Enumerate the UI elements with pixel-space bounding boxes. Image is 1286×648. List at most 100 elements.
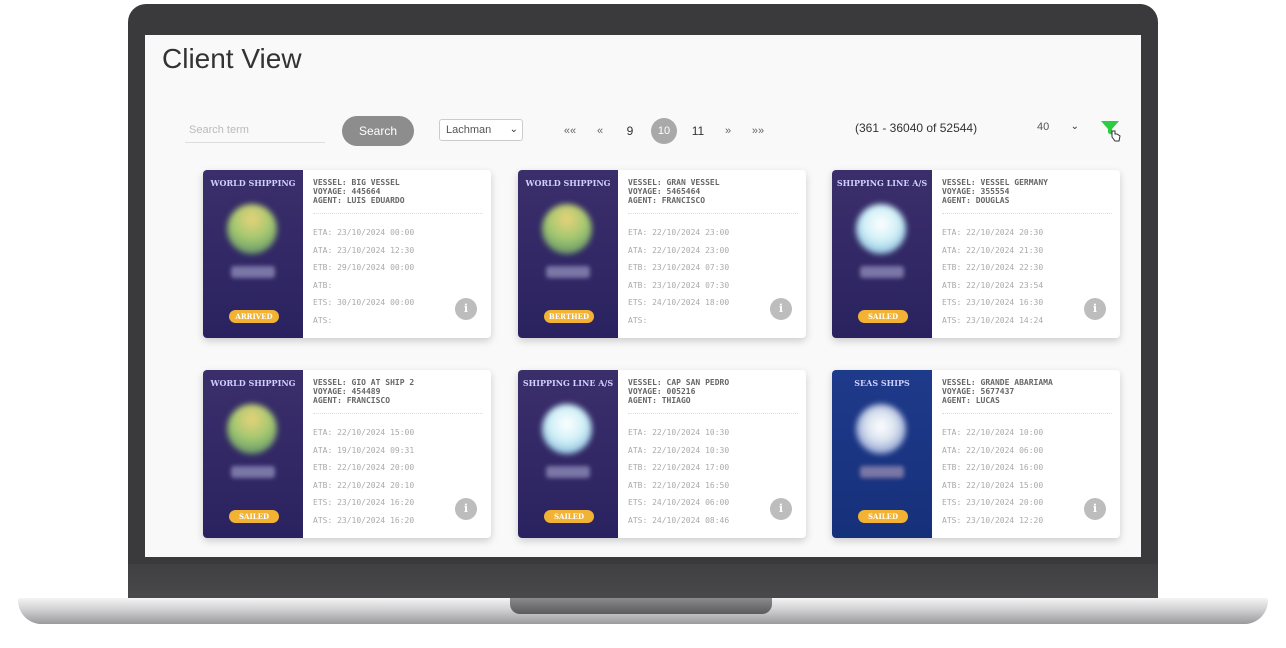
vessel-logo-caption xyxy=(231,266,275,278)
ets-text: ETS: 24/10/2024 18:00 xyxy=(628,298,730,307)
search-input[interactable] xyxy=(185,117,325,143)
carrier-panel: SHIPPING LINE A/S SAILED xyxy=(518,370,618,538)
page-button-active[interactable]: 10 xyxy=(651,118,677,144)
vessel-times: ETA: 22/10/2024 23:00 ATA: 22/10/2024 23… xyxy=(628,224,778,329)
vessel-info: VESSEL: BIG VESSEL VOYAGE: 445664 AGENT:… xyxy=(313,178,483,220)
voyage-number: VOYAGE: 005216 xyxy=(628,387,696,396)
vessel-times: ETA: 22/10/2024 15:00 ATA: 19/10/2024 09… xyxy=(313,424,463,529)
vessel-name: VESSEL: GRAN VESSEL xyxy=(628,178,720,187)
ats-text: ATS: xyxy=(313,315,333,325)
vessel-info: VESSEL: GRAN VESSEL VOYAGE: 5465464 AGEN… xyxy=(628,178,798,220)
vessel-card[interactable]: SHIPPING LINE A/S SAILED VESSEL: VESSEL … xyxy=(832,170,1120,338)
agent-name: AGENT: LUCAS xyxy=(942,396,1000,405)
vessel-card[interactable]: WORLD SHIPPING SAILED VESSEL: GIO AT SHI… xyxy=(203,370,491,538)
etb-text: ETB: 22/10/2024 17:00 xyxy=(628,463,730,472)
info-icon[interactable]: i xyxy=(1084,498,1106,520)
vessel-card[interactable]: WORLD SHIPPING ARRIVED VESSEL: BIG VESSE… xyxy=(203,170,491,338)
eta-text: ETA: 22/10/2024 23:00 xyxy=(628,228,730,237)
voyage-number: VOYAGE: 454489 xyxy=(313,387,381,396)
agent-name: AGENT: FRANCISCO xyxy=(628,196,706,205)
eta-text: ETA: 22/10/2024 10:30 xyxy=(628,428,730,437)
vessel-card[interactable]: WORLD SHIPPING BERTHED VESSEL: GRAN VESS… xyxy=(518,170,806,338)
info-icon[interactable]: i xyxy=(455,298,477,320)
voyage-number: VOYAGE: 5465464 xyxy=(628,187,701,196)
vessel-card[interactable]: SEAS SHIPS SAILED VESSEL: GRANDE ABARIAM… xyxy=(832,370,1120,538)
laptop-notch xyxy=(510,598,772,614)
vessel-logo xyxy=(542,204,592,254)
status-badge: SAILED xyxy=(229,510,279,523)
search-button[interactable]: Search xyxy=(342,116,414,146)
vessel-info: VESSEL: CAP SAN PEDRO VOYAGE: 005216 AGE… xyxy=(628,378,798,420)
page-title: Client View xyxy=(162,43,302,74)
results-range: (361 - 36040 of 52544) xyxy=(855,121,978,135)
atb-text: ATB: 22/10/2024 20:10 xyxy=(313,480,415,490)
page-prev-button[interactable]: « xyxy=(585,125,615,137)
carrier-name: SEAS SHIPS xyxy=(854,378,910,388)
vessel-logo xyxy=(542,404,592,454)
ets-text: ETS: 24/10/2024 06:00 xyxy=(628,498,730,507)
page-next-button[interactable]: » xyxy=(713,125,743,137)
carrier-panel: SEAS SHIPS SAILED xyxy=(832,370,932,538)
vessel-logo-caption xyxy=(546,466,590,478)
ets-text: ETS: 23/10/2024 16:30 xyxy=(942,298,1044,307)
carrier-panel: WORLD SHIPPING BERTHED xyxy=(518,170,618,338)
atb-text: ATB: 23/10/2024 07:30 xyxy=(628,280,730,290)
vessel-name: VESSEL: VESSEL GERMANY xyxy=(942,178,1048,187)
vessel-name: VESSEL: GIO AT SHIP 2 xyxy=(313,378,415,387)
etb-text: ETB: 22/10/2024 20:00 xyxy=(313,463,415,472)
ats-text: ATS: 23/10/2024 14:24 xyxy=(942,315,1044,325)
carrier-panel: WORLD SHIPPING SAILED xyxy=(203,370,303,538)
vessel-times: ETA: 22/10/2024 10:00 ATA: 22/10/2024 06… xyxy=(942,424,1092,529)
page-button[interactable]: 11 xyxy=(683,124,713,138)
status-badge: BERTHED xyxy=(544,310,594,323)
vessel-logo xyxy=(856,404,906,454)
carrier-panel: SHIPPING LINE A/S SAILED xyxy=(832,170,932,338)
vessel-info: VESSEL: VESSEL GERMANY VOYAGE: 355554 AG… xyxy=(942,178,1112,220)
vessel-name: VESSEL: BIG VESSEL xyxy=(313,178,400,187)
vessel-logo xyxy=(227,404,277,454)
ata-text: ATA: 22/10/2024 21:30 xyxy=(942,245,1044,255)
vessel-logo-caption xyxy=(546,266,590,278)
vessel-times: ETA: 22/10/2024 10:30 ATA: 22/10/2024 10… xyxy=(628,424,778,529)
ata-text: ATA: 23/10/2024 12:30 xyxy=(313,245,415,255)
ata-text: ATA: 22/10/2024 06:00 xyxy=(942,445,1044,455)
info-icon[interactable]: i xyxy=(1084,298,1106,320)
vessel-name: VESSEL: GRANDE ABARIAMA xyxy=(942,378,1053,387)
info-icon[interactable]: i xyxy=(455,498,477,520)
voyage-number: VOYAGE: 5677437 xyxy=(942,387,1015,396)
filter-icon[interactable] xyxy=(1099,117,1121,143)
info-icon[interactable]: i xyxy=(770,498,792,520)
pagination: «« « 9 10 11 » »» xyxy=(555,117,773,145)
ats-text: ATS: 24/10/2024 08:46 xyxy=(628,515,730,525)
page-last-button[interactable]: »» xyxy=(743,125,773,137)
carrier-name: SHIPPING LINE A/S xyxy=(522,378,614,388)
page-first-button[interactable]: «« xyxy=(555,125,585,137)
ats-text: ATS: xyxy=(628,315,648,325)
etb-text: ETB: 23/10/2024 07:30 xyxy=(628,263,730,272)
ats-text: ATS: 23/10/2024 16:20 xyxy=(313,515,415,525)
toolbar: Search Lachman ⌄ «« « 9 10 11 » »» (361 … xyxy=(145,113,1141,149)
etb-text: ETB: 22/10/2024 16:00 xyxy=(942,463,1044,472)
ets-text: ETS: 23/10/2024 16:20 xyxy=(313,498,415,507)
vessel-info: VESSEL: GRANDE ABARIAMA VOYAGE: 5677437 … xyxy=(942,378,1112,420)
vessel-times: ETA: 23/10/2024 00:00 ATA: 23/10/2024 12… xyxy=(313,224,463,329)
page-size-select[interactable]: 40 ⌄ xyxy=(1037,121,1079,141)
chevron-down-icon: ⌄ xyxy=(1070,121,1079,132)
vessel-logo-caption xyxy=(860,466,904,478)
voyage-number: VOYAGE: 355554 xyxy=(942,187,1010,196)
carrier-name: WORLD SHIPPING xyxy=(210,178,296,188)
carrier-name: SHIPPING LINE A/S xyxy=(836,178,928,188)
ata-text: ATA: 22/10/2024 10:30 xyxy=(628,445,730,455)
status-badge: SAILED xyxy=(858,310,908,323)
agent-select-value: Lachman xyxy=(446,124,492,136)
vessel-logo xyxy=(856,204,906,254)
ets-text: ETS: 30/10/2024 00:00 xyxy=(313,298,415,307)
agent-select[interactable]: Lachman ⌄ xyxy=(439,119,523,141)
ats-text: ATS: 23/10/2024 12:20 xyxy=(942,515,1044,525)
page-button[interactable]: 9 xyxy=(615,124,645,138)
ata-text: ATA: 19/10/2024 09:31 xyxy=(313,445,415,455)
vessel-card[interactable]: SHIPPING LINE A/S SAILED VESSEL: CAP SAN… xyxy=(518,370,806,538)
carrier-panel: WORLD SHIPPING ARRIVED xyxy=(203,170,303,338)
info-icon[interactable]: i xyxy=(770,298,792,320)
agent-name: AGENT: FRANCISCO xyxy=(313,396,391,405)
